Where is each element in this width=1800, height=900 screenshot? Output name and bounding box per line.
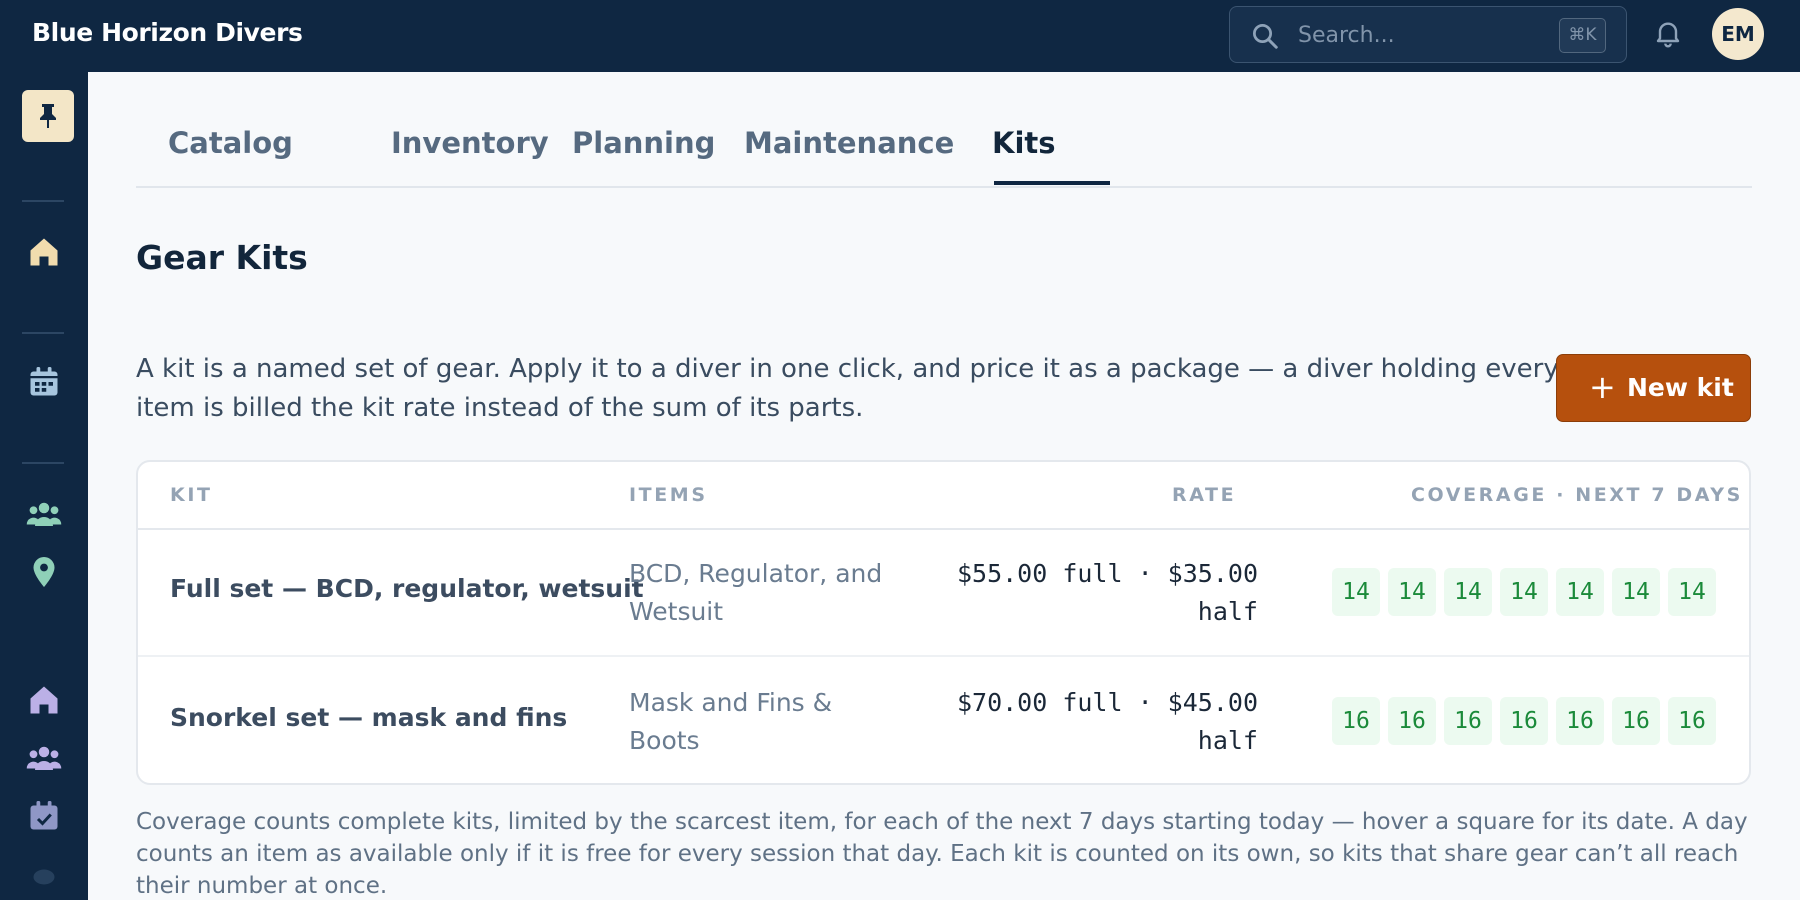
- map-pin-icon[interactable]: [26, 554, 62, 590]
- coverage-day-square[interactable]: 16: [1500, 697, 1548, 745]
- users-icon[interactable]: [26, 496, 62, 532]
- search-shortcut-hint: ⌘K: [1559, 18, 1606, 53]
- search-box[interactable]: Search... ⌘K: [1229, 6, 1627, 63]
- kit-items: BCD, Regulator, and Wetsuit: [629, 559, 883, 626]
- coverage-day-square[interactable]: 16: [1668, 697, 1716, 745]
- coverage-day-square[interactable]: 14: [1388, 568, 1436, 616]
- tab-maintenance[interactable]: Maintenance: [744, 126, 954, 160]
- bell-icon[interactable]: [1652, 17, 1684, 49]
- page-title: Gear Kits: [136, 238, 308, 277]
- coverage-strip: 16 16 16 16 16 16 16: [1332, 697, 1732, 745]
- coverage-day-square[interactable]: 16: [1556, 697, 1604, 745]
- user-avatar[interactable]: EM: [1712, 8, 1764, 60]
- home-icon[interactable]: [26, 234, 62, 270]
- coverage-footnote: Coverage counts complete kits, limited b…: [136, 809, 1748, 899]
- page-intro: A kit is a named set of gear. Apply it t…: [136, 354, 1559, 423]
- search-icon: [1253, 24, 1278, 49]
- coverage-day-square[interactable]: 16: [1444, 697, 1492, 745]
- tab-inventory[interactable]: Inventory: [391, 126, 549, 160]
- coverage-strip: 14 14 14 14 14 14 14: [1332, 568, 1732, 616]
- tab-bar: Catalog Inventory Planning Maintenance K…: [136, 72, 1752, 188]
- coverage-day-square[interactable]: 14: [1444, 568, 1492, 616]
- top-bar: Blue Horizon Divers Search... ⌘K EM: [0, 0, 1800, 72]
- kits-table: KIT ITEMS RATE COVERAGE · NEXT 7 DAYS Fu…: [136, 460, 1751, 785]
- kit-rate: $70.00 full · $45.00 half: [956, 688, 1258, 755]
- pin-sidebar-button[interactable]: [22, 90, 74, 142]
- kit-rate: $55.00 full · $35.00 half: [956, 559, 1258, 626]
- kit-name[interactable]: Full set — BCD, regulator, wetsuit: [170, 574, 644, 603]
- pin-icon: [40, 104, 56, 128]
- coverage-day-square[interactable]: 14: [1612, 568, 1660, 616]
- brand-name[interactable]: Blue Horizon Divers: [32, 18, 303, 47]
- table-header: KIT ITEMS RATE COVERAGE · NEXT 7 DAYS: [138, 462, 1749, 530]
- new-kit-label: New kit: [1627, 373, 1734, 402]
- sidebar: [0, 72, 88, 900]
- active-tab-indicator: [994, 181, 1110, 185]
- column-header-coverage: COVERAGE · NEXT 7 DAYS: [1411, 484, 1743, 506]
- tab-kits[interactable]: Kits: [992, 126, 1056, 160]
- kit-items: Mask and Fins & Boots: [629, 688, 833, 755]
- calendar-check-icon[interactable]: [26, 798, 62, 834]
- plus-icon: +: [1589, 368, 1616, 406]
- coverage-day-square[interactable]: 16: [1388, 697, 1436, 745]
- coverage-day-square[interactable]: 16: [1612, 697, 1660, 745]
- table-row[interactable]: Full set — BCD, regulator, wetsuit BCD, …: [138, 530, 1749, 657]
- main-content: Catalog Inventory Planning Maintenance K…: [88, 72, 1800, 900]
- more-icon[interactable]: [26, 862, 62, 898]
- column-header-kit: KIT: [170, 484, 213, 506]
- search-input[interactable]: Search...: [1298, 23, 1395, 48]
- calendar-icon[interactable]: [26, 364, 62, 400]
- coverage-day-square[interactable]: 14: [1332, 568, 1380, 616]
- tab-catalog[interactable]: Catalog: [168, 126, 293, 160]
- sidebar-divider: [22, 200, 64, 202]
- coverage-day-square[interactable]: 16: [1332, 697, 1380, 745]
- home-icon[interactable]: [26, 682, 62, 718]
- sidebar-divider: [22, 462, 64, 464]
- new-kit-button[interactable]: + New kit: [1556, 354, 1751, 422]
- kit-name[interactable]: Snorkel set — mask and fins: [170, 703, 567, 732]
- users-icon[interactable]: [26, 740, 62, 776]
- column-header-items: ITEMS: [629, 484, 708, 506]
- coverage-day-square[interactable]: 14: [1556, 568, 1604, 616]
- coverage-day-square[interactable]: 14: [1500, 568, 1548, 616]
- sidebar-divider: [22, 332, 64, 334]
- tab-planning[interactable]: Planning: [572, 126, 715, 160]
- column-header-rate: RATE: [1172, 484, 1237, 506]
- table-row[interactable]: Snorkel set — mask and fins Mask and Fin…: [138, 659, 1749, 786]
- coverage-day-square[interactable]: 14: [1668, 568, 1716, 616]
